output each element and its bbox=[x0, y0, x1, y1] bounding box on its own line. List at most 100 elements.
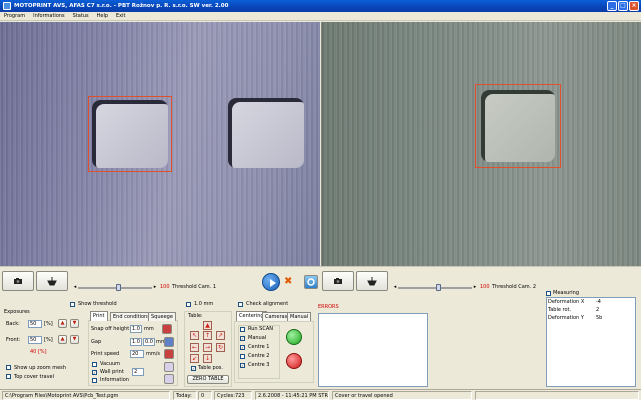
information-checkbox[interactable] bbox=[92, 378, 97, 383]
centering-option-checkbox[interactable] bbox=[240, 354, 245, 359]
centering-option-label: Run SCAN bbox=[248, 326, 274, 332]
table-pos-label: Table pos. bbox=[198, 365, 223, 371]
gap-label: Gap bbox=[91, 339, 102, 345]
exposure-total: 40 [%] bbox=[30, 349, 47, 355]
start-centering-button[interactable] bbox=[286, 329, 302, 345]
table-left-button[interactable]: ← bbox=[190, 343, 199, 352]
threshold-value-1: 100 bbox=[160, 284, 170, 290]
vacuum-checkbox[interactable] bbox=[92, 362, 97, 367]
zoom-mesh-checkbox[interactable] bbox=[6, 365, 11, 370]
close-button[interactable]: × bbox=[629, 1, 639, 11]
print-tool-button-1[interactable] bbox=[164, 362, 174, 372]
errors-list[interactable] bbox=[318, 313, 428, 387]
tab-end-conditions[interactable]: End conditions bbox=[110, 312, 153, 321]
menu-exit[interactable]: Exit bbox=[116, 12, 125, 20]
threshold-slider-2[interactable]: ◂ ▸ bbox=[392, 283, 478, 292]
camera-icon bbox=[334, 278, 342, 284]
front-down-button[interactable]: ▼ bbox=[70, 335, 79, 344]
centering-option-label: Centre 1 bbox=[248, 344, 270, 350]
back-unit: [%] bbox=[44, 321, 53, 327]
lamp-button[interactable] bbox=[36, 271, 68, 291]
check-alignment-label: Check alignment bbox=[246, 301, 289, 307]
snap-off-button[interactable] bbox=[162, 324, 172, 334]
table-down-button[interactable]: ↓ bbox=[203, 354, 212, 363]
status-today-value: 0 bbox=[198, 391, 212, 400]
window-title: MOTOPRINT AVS, AFAS C7 s.r.o. - PBT Rožn… bbox=[14, 3, 229, 9]
status-cover: Cover or travel opened bbox=[332, 391, 472, 400]
table-sw-button[interactable]: ↙ bbox=[190, 354, 199, 363]
camera-button[interactable] bbox=[2, 271, 34, 291]
table-rotate-button[interactable]: ↻ bbox=[216, 343, 225, 352]
menu-help[interactable]: Help bbox=[97, 12, 108, 20]
wall-print-checkbox[interactable]: ✓ bbox=[92, 370, 97, 375]
maximize-button[interactable]: □ bbox=[618, 1, 628, 11]
table-n-button[interactable]: ↑ bbox=[203, 331, 212, 340]
table-ne-button[interactable]: ↗ bbox=[216, 331, 225, 340]
table-step-checkbox[interactable] bbox=[186, 302, 191, 307]
tab-manual[interactable]: Manual bbox=[287, 312, 312, 321]
centering-options bbox=[238, 325, 280, 379]
threshold-slider-1[interactable]: ◂ ▸ bbox=[72, 283, 158, 292]
back-down-button[interactable]: ▼ bbox=[70, 319, 79, 328]
exposures-title: Exposures bbox=[4, 309, 30, 315]
menu-status[interactable]: Status bbox=[73, 12, 89, 20]
table-step-label: 1.0 mm bbox=[194, 301, 214, 307]
show-threshold-checkbox[interactable] bbox=[70, 302, 75, 307]
print-speed-input[interactable]: 20 bbox=[130, 350, 144, 358]
table-nw-button[interactable]: ↖ bbox=[190, 331, 199, 340]
snap-off-input[interactable]: 1.0 bbox=[130, 325, 142, 333]
centering-option-checkbox[interactable]: ✓ bbox=[240, 345, 245, 350]
stop-centering-button[interactable] bbox=[286, 353, 302, 369]
tab-cameras[interactable]: Cameras bbox=[262, 312, 291, 321]
back-exposure-input[interactable]: 50 bbox=[28, 320, 42, 328]
zero-table-button[interactable]: ZERO TABLE bbox=[187, 375, 229, 384]
gap-button[interactable] bbox=[164, 337, 174, 347]
camera-view-left[interactable] bbox=[0, 22, 320, 266]
front-exposure-input[interactable]: 50 bbox=[28, 336, 42, 344]
lamp-icon bbox=[47, 277, 57, 286]
centering-option-label: Centre 2 bbox=[248, 353, 270, 359]
settings-button[interactable] bbox=[304, 275, 318, 289]
stop-button[interactable]: ✖ bbox=[284, 277, 294, 287]
camera-button-2[interactable] bbox=[322, 271, 354, 291]
measuring-checkbox[interactable] bbox=[546, 291, 551, 296]
tab-print[interactable]: Print bbox=[90, 311, 108, 321]
gap-input-2[interactable]: 0.0 bbox=[143, 338, 155, 346]
check-alignment-checkbox[interactable] bbox=[238, 302, 243, 307]
tab-squeege[interactable]: Squeege bbox=[148, 312, 176, 321]
centering-option-checkbox[interactable] bbox=[240, 327, 245, 332]
minimize-button[interactable]: _ bbox=[607, 1, 617, 11]
slider-thumb[interactable] bbox=[436, 284, 441, 291]
control-panel: ◂ ▸ 100 Threshold Cam. 1 ✖ ◂ ▸ 100 Thres… bbox=[0, 266, 641, 388]
cover-travel-checkbox[interactable] bbox=[6, 374, 11, 379]
menu-program[interactable]: Program bbox=[4, 12, 25, 20]
lamp-button-2[interactable] bbox=[356, 271, 388, 291]
table-right-button[interactable]: → bbox=[203, 343, 212, 352]
status-file: C:\Program Files\Motoprint AVS\Pcb_Test.… bbox=[2, 391, 170, 400]
table-pos-checkbox[interactable]: ✓ bbox=[191, 366, 196, 371]
information-label: Information bbox=[100, 377, 129, 383]
centering-option-checkbox[interactable]: ✓ bbox=[240, 336, 245, 341]
title-bar: MOTOPRINT AVS, AFAS C7 s.r.o. - PBT Rožn… bbox=[0, 0, 641, 12]
back-up-button[interactable]: ▲ bbox=[58, 319, 67, 328]
camera-view-right[interactable] bbox=[321, 22, 641, 266]
centering-option-checkbox[interactable]: ✓ bbox=[240, 363, 245, 368]
zoom-mesh-label: Show up zoom mesh bbox=[14, 365, 66, 371]
roi-frame[interactable] bbox=[475, 84, 561, 168]
menu-informations[interactable]: Informations bbox=[33, 12, 65, 20]
table-up-button[interactable]: ▲ bbox=[203, 321, 212, 330]
play-button[interactable] bbox=[262, 273, 280, 291]
pad-image bbox=[228, 98, 304, 168]
slider-thumb[interactable] bbox=[116, 284, 121, 291]
wall-print-input[interactable]: 2 bbox=[132, 368, 144, 376]
print-speed-label: Print speed bbox=[91, 351, 120, 357]
gap-input[interactable]: 1.0 bbox=[130, 338, 142, 346]
print-speed-button[interactable] bbox=[164, 349, 174, 359]
wall-print-label: Wall print bbox=[100, 369, 124, 375]
roi-frame[interactable] bbox=[88, 96, 172, 172]
front-up-button[interactable]: ▲ bbox=[58, 335, 67, 344]
print-tool-button-2[interactable] bbox=[164, 374, 174, 384]
measure-row-value: 2 bbox=[596, 307, 600, 313]
snap-off-unit: mm bbox=[144, 326, 154, 332]
status-datetime: 2.6.2008 - 11:45:21 PM STR+ bbox=[255, 391, 329, 400]
